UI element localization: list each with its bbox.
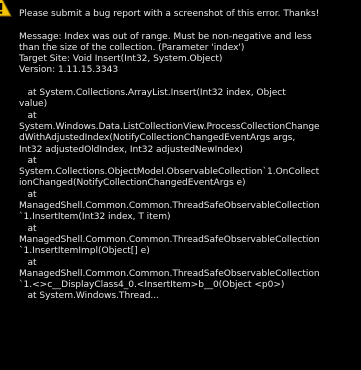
- stack-line: dWithAdjustedIndex(NotifyCollectionChang…: [19, 133, 296, 144]
- warning-icon: [0, 0, 12, 17]
- stack-line: ManagedShell.Common.Common.ThreadSafeObs…: [19, 201, 320, 212]
- stack-line: at System.Collections.ArrayList.Insert(I…: [19, 88, 286, 99]
- target-site: Target Site: Void Insert(Int32, System.O…: [19, 54, 223, 65]
- message-line: Message: Index was out of range. Must be…: [19, 31, 312, 42]
- stack-line: at: [19, 257, 37, 268]
- stack-line: at System.Windows.Thread...: [19, 291, 160, 302]
- error-dialog: Please submit a bug report with a screen…: [0, 0, 361, 370]
- stack-line: at: [19, 110, 37, 121]
- stack-line: `1.InsertItemImpl(Object[] e): [19, 246, 150, 257]
- stack-line: Int32 adjustedOldIndex, Int32 adjustedNe…: [19, 144, 243, 155]
- stack-line: value): [19, 99, 48, 110]
- stack-line: System.Windows.Data.ListCollectionView.P…: [19, 121, 320, 132]
- stack-line: ManagedShell.Common.Common.ThreadSafeObs…: [19, 234, 320, 245]
- error-header: Please submit a bug report with a screen…: [19, 9, 320, 19]
- version: Version: 1.11.15.3343: [19, 65, 119, 76]
- stack-line: `1.<>c__DisplayClass4_0.<InsertItem>b__0…: [19, 280, 285, 291]
- stack-line: at: [19, 189, 37, 200]
- message-line: than the size of the collection. (Parame…: [19, 42, 245, 53]
- stack-line: ManagedShell.Common.Common.ThreadSafeObs…: [19, 268, 320, 279]
- stack-line: ionChanged(NotifyCollectionChangedEventA…: [19, 178, 246, 189]
- stack-line: at: [19, 223, 37, 234]
- stack-line: at: [19, 155, 37, 166]
- error-text: Please submit a bug report with a screen…: [19, 9, 359, 303]
- stack-line: System.Collections.ObjectModel.Observabl…: [19, 167, 320, 178]
- stack-line: `1.InsertItem(Int32 index, T item): [19, 212, 171, 223]
